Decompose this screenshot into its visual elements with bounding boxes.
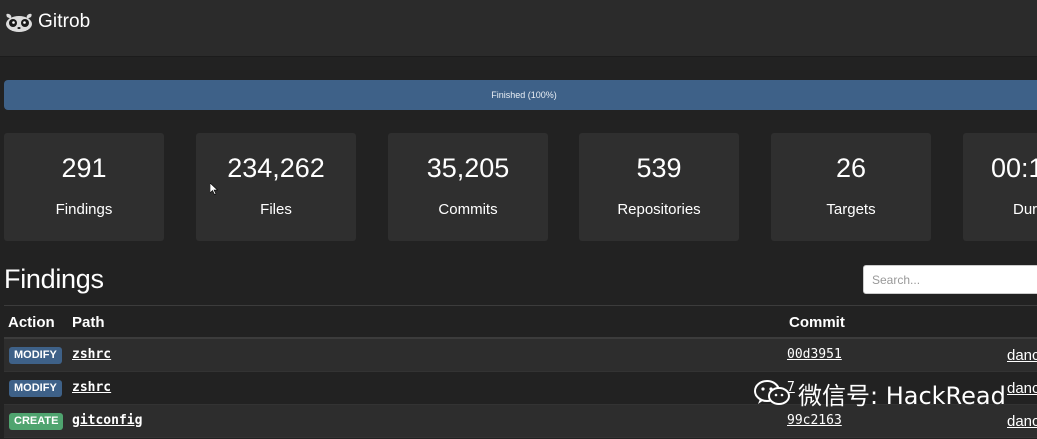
stats-row: 291 Findings 234,262 Files 35,205 Commit… — [4, 133, 1037, 241]
findings-title: Findings — [4, 264, 104, 294]
stat-label: Findings — [55, 201, 113, 218]
app-name: Gitrob — [38, 11, 91, 32]
watermark: 微信号: HackRead — [752, 374, 1006, 412]
action-badge-modify: MODIFY — [9, 380, 62, 397]
stat-card-findings: 291 Findings — [4, 133, 164, 241]
stat-card-repositories: 539 Repositories — [579, 133, 739, 241]
search-input[interactable] — [863, 265, 1037, 294]
column-header-commit[interactable]: Commit — [789, 314, 845, 331]
author-link[interactable]: danc — [1007, 380, 1037, 397]
scan-progress: Finished (100%) — [4, 80, 1037, 110]
brand-link[interactable]: Gitrob — [4, 8, 90, 36]
stat-value: 234,262 — [227, 153, 325, 183]
stat-card-duration: 00:1 Dur — [963, 133, 1037, 241]
table-header: Action Path Commit — [4, 305, 1037, 339]
stat-label: Targets — [826, 201, 876, 218]
file-path-link[interactable]: zshrc — [72, 380, 111, 395]
author-link[interactable]: danc — [1007, 347, 1037, 364]
action-badge-modify: MODIFY — [9, 347, 62, 364]
stat-label: Repositories — [617, 201, 701, 218]
commit-link[interactable]: 00d3951 — [787, 347, 842, 362]
stat-card-commits: 35,205 Commits — [388, 133, 548, 241]
stat-label: Files — [260, 201, 292, 218]
stat-value: 291 — [61, 153, 107, 183]
stat-value: 26 — [835, 153, 867, 183]
progress-label: Finished (100%) — [491, 90, 557, 100]
stat-label: Commits — [438, 201, 498, 218]
stat-card-files: 234,262 Files — [196, 133, 356, 241]
progress-bar-fill: Finished (100%) — [4, 80, 1037, 110]
stat-value: 539 — [636, 153, 682, 183]
mouse-cursor-icon — [210, 183, 218, 195]
table-row[interactable]: MODIFY zshrc 00d3951 danc — [4, 339, 1037, 372]
stat-value: 00:1 — [991, 153, 1037, 183]
stat-card-targets: 26 Targets — [771, 133, 931, 241]
watermark-text: 微信号: HackRead — [798, 381, 1006, 410]
gitrob-logo-icon — [6, 13, 32, 32]
wechat-icon — [754, 380, 790, 405]
findings-table: Action Path Commit MODIFY zshrc 00d3951 … — [4, 305, 1037, 438]
column-header-action[interactable]: Action — [8, 314, 55, 331]
action-badge-create: CREATE — [9, 413, 64, 430]
stat-label: Dur — [1013, 201, 1037, 218]
author-link[interactable]: danc — [1007, 413, 1037, 430]
file-path-link[interactable]: zshrc — [72, 347, 111, 362]
file-path-link[interactable]: gitconfig — [72, 413, 142, 428]
commit-link[interactable]: 99c2163 — [787, 413, 842, 428]
column-header-path[interactable]: Path — [72, 314, 105, 331]
stat-value: 35,205 — [426, 153, 510, 183]
navbar: Gitrob — [0, 0, 1037, 57]
